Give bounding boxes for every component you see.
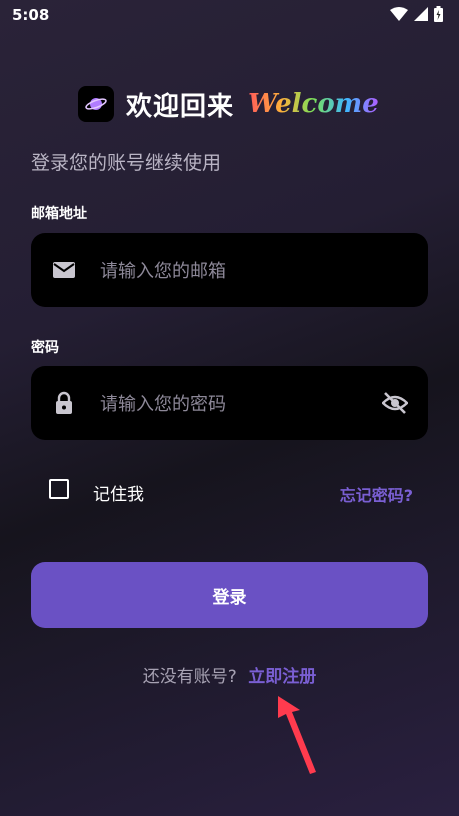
annotation-arrow-icon: [278, 696, 316, 774]
wifi-icon: [390, 7, 408, 21]
password-label: 密码: [31, 340, 59, 356]
register-question: 还没有账号?: [142, 667, 237, 687]
welcome-wordmark: Welcome: [248, 89, 379, 119]
password-placeholder: 请输入您的密码: [100, 394, 226, 415]
register-link[interactable]: 立即注册: [248, 667, 316, 687]
status-time: 5:08: [12, 6, 50, 24]
status-icons: [390, 6, 443, 22]
app-logo: [78, 86, 114, 122]
mail-icon: [53, 262, 75, 278]
remember-checkbox[interactable]: [49, 479, 69, 499]
email-placeholder: 请输入您的邮箱: [100, 261, 226, 282]
lock-icon: [56, 391, 72, 414]
password-field[interactable]: 请输入您的密码: [31, 366, 428, 440]
email-field[interactable]: 请输入您的邮箱: [31, 233, 428, 307]
register-row: 还没有账号? 立即注册: [0, 662, 459, 687]
email-label: 邮箱地址: [31, 206, 87, 222]
page-title: 欢迎回来: [126, 91, 235, 122]
header: 欢迎回来 Welcome: [78, 84, 379, 124]
subtitle: 登录您的账号继续使用: [31, 152, 222, 174]
signal-icon: [414, 7, 428, 21]
login-button[interactable]: 登录: [31, 562, 428, 628]
forgot-password-link[interactable]: 忘记密码?: [340, 482, 413, 506]
remember-label[interactable]: 记住我: [93, 480, 144, 505]
battery-icon: [434, 6, 443, 22]
planet-icon: [85, 98, 107, 110]
visibility-off-icon[interactable]: [382, 390, 408, 416]
status-bar: 5:08: [0, 0, 459, 32]
